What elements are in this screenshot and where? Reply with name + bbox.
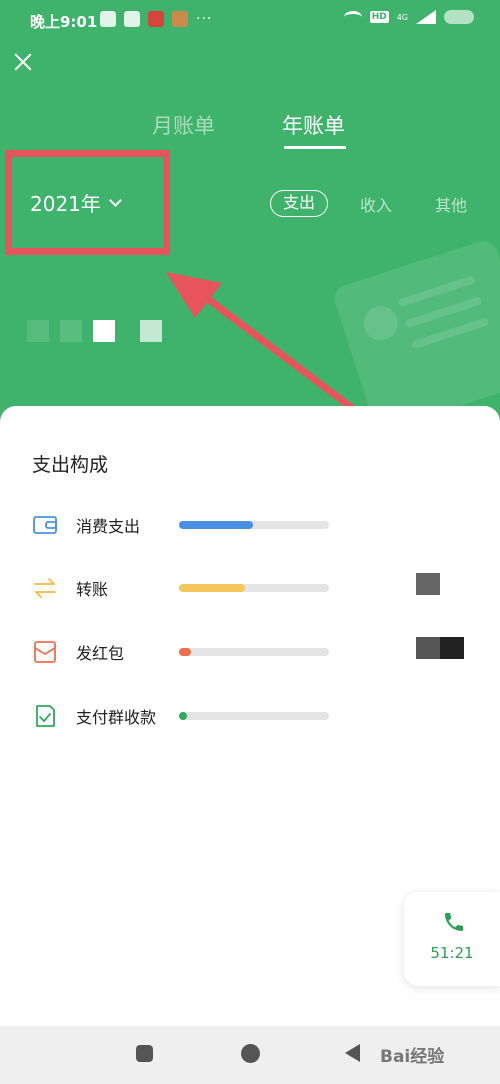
game-notification-icon (172, 11, 188, 27)
progress-fill (179, 712, 187, 720)
category-label: 支付群收款 (76, 708, 157, 727)
list-item[interactable]: 支付群收款 (32, 701, 472, 731)
decorative-card (330, 237, 500, 433)
category-label: 消费支出 (76, 517, 141, 536)
blurred-amount (27, 320, 49, 342)
blurred-amount (93, 320, 115, 342)
signal-icon (416, 10, 436, 24)
chevron-down-icon (109, 193, 122, 207)
back-icon[interactable] (345, 1044, 360, 1062)
year-selector[interactable]: 2021年 (30, 188, 122, 217)
system-status: HD 4G (343, 10, 474, 24)
watermark: Bai经验 (380, 1047, 445, 1067)
status-time: 晚上9:01 (30, 13, 98, 31)
progress-track (179, 521, 329, 529)
alarm-icon (124, 11, 140, 27)
status-bar: 晚上9:01 ··· HD 4G (0, 0, 500, 40)
blurred-amount (60, 320, 82, 342)
year-value: 2021年 (30, 192, 101, 216)
progress-track (179, 648, 329, 656)
home-icon[interactable] (241, 1044, 260, 1063)
group-collection-icon (36, 705, 55, 727)
blurred-amount (140, 320, 162, 342)
call-duration: 51:21 (430, 944, 474, 962)
progress-track (179, 712, 329, 720)
more-notifications-icon: ··· (196, 11, 213, 27)
blurred-amount (416, 637, 440, 659)
wifi-icon (343, 11, 362, 23)
transfer-icon (34, 578, 56, 598)
tab-yearly-bill[interactable]: 年账单 (282, 110, 345, 140)
app-notification-icon (148, 11, 164, 27)
section-title: 支出构成 (32, 454, 109, 476)
blurred-amount (440, 637, 464, 659)
wallet-icon (33, 516, 57, 534)
list-item[interactable]: 转账 (32, 573, 472, 603)
blurred-amount (416, 573, 440, 595)
battery-icon (444, 10, 474, 24)
red-packet-icon (34, 641, 56, 663)
bill-header: 晚上9:01 ··· HD 4G 月账单 年账单 2021年 支出 收入 其他 (0, 0, 500, 440)
filter-other[interactable]: 其他 (435, 192, 467, 216)
progress-track (179, 584, 329, 592)
progress-fill (179, 521, 253, 529)
tab-monthly-bill[interactable]: 月账单 (152, 110, 215, 140)
progress-fill (179, 584, 245, 592)
list-item[interactable]: 发红包 (32, 637, 472, 667)
active-tab-indicator (284, 146, 346, 149)
filter-income[interactable]: 收入 (360, 192, 392, 216)
leaf-icon (100, 11, 116, 27)
category-label: 转账 (76, 580, 109, 599)
call-floating-window[interactable]: 51:21 (404, 892, 500, 986)
recent-apps-icon[interactable] (136, 1045, 153, 1062)
hd-badge: HD (369, 11, 389, 23)
close-icon[interactable] (12, 51, 34, 73)
network-type: 4G (396, 12, 408, 22)
navigation-bar: Bai经验 (0, 1026, 500, 1084)
category-label: 发红包 (76, 644, 125, 663)
phone-icon (445, 913, 463, 931)
filter-expense[interactable]: 支出 (270, 190, 328, 217)
notification-icons: ··· (100, 11, 212, 27)
progress-fill (179, 648, 191, 656)
list-item[interactable]: 消费支出 (32, 510, 472, 540)
